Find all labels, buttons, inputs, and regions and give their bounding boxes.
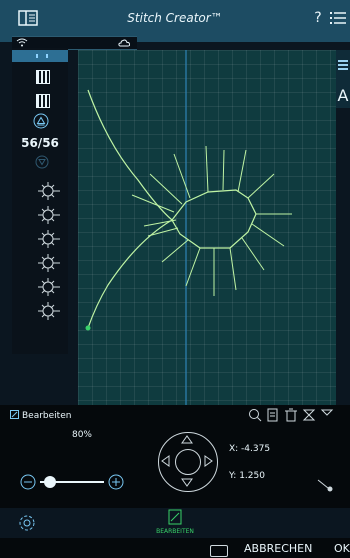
stitch-item[interactable] <box>34 276 64 298</box>
right-panel-letter: A <box>337 86 349 105</box>
sidebar-handle[interactable] <box>12 50 68 62</box>
stitch-item[interactable] <box>34 228 64 250</box>
document-icon[interactable] <box>266 408 280 422</box>
stitch-list[interactable] <box>34 180 64 326</box>
trash-icon[interactable] <box>284 408 298 422</box>
edit-icon <box>10 410 19 419</box>
stitch-item[interactable] <box>34 300 64 322</box>
stitch-drawing[interactable] <box>78 50 336 405</box>
cancel-button[interactable]: ABBRECHEN <box>244 541 312 557</box>
settings-icon[interactable] <box>18 514 36 532</box>
list-icon[interactable] <box>338 60 348 70</box>
app-title: Stitch Creator™ <box>127 11 223 25</box>
down-arrow-icon[interactable] <box>35 155 49 169</box>
mirror-icon[interactable] <box>302 408 316 422</box>
zoom-icon[interactable] <box>248 408 262 422</box>
zoom-slider-thumb[interactable] <box>44 476 56 488</box>
direction-arrows[interactable] <box>158 432 216 490</box>
stitch-counter: 56/56 <box>21 136 59 150</box>
palette-icon[interactable] <box>36 70 50 84</box>
ok-button[interactable]: OK <box>334 541 350 557</box>
stitch-item[interactable] <box>34 204 64 226</box>
keyboard-icon[interactable] <box>210 545 228 557</box>
zoom-out-icon[interactable] <box>20 474 36 490</box>
edit-mode-label: Bearbeiten <box>22 411 72 421</box>
y-coordinate: Y: 1.250 <box>229 471 265 481</box>
edit-tab-label[interactable]: BEARBEITEN <box>149 527 201 537</box>
duplicate-icon[interactable] <box>320 408 334 422</box>
x-coordinate: X: -4.375 <box>229 444 271 454</box>
stitch-item[interactable] <box>34 252 64 274</box>
zoom-label: 80% <box>71 430 92 440</box>
stitch-item[interactable] <box>34 180 64 202</box>
help-button[interactable]: ? <box>310 0 326 36</box>
zoom-in-icon[interactable] <box>108 474 124 490</box>
palette-icon-2[interactable] <box>36 94 50 108</box>
move-icon[interactable] <box>316 478 338 492</box>
menu-icon[interactable] <box>330 10 348 26</box>
wifi-icon <box>16 38 28 47</box>
up-arrow-icon[interactable] <box>33 113 49 129</box>
tool-row <box>248 406 350 424</box>
cloud-icon <box>118 39 130 47</box>
